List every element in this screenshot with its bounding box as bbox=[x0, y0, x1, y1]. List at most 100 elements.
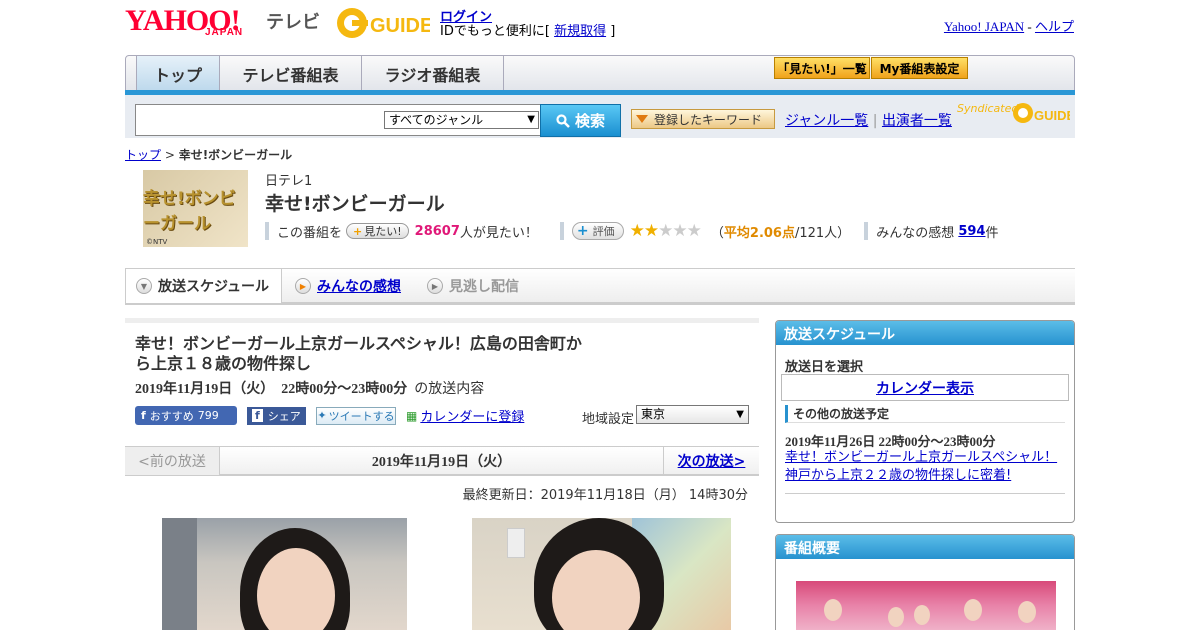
episode-title: 幸せ！ボンビーガール上京ガールスペシャル！広島の田舎町から上京１８歳の物件探し bbox=[135, 334, 582, 373]
episode-photo-2 bbox=[472, 518, 731, 630]
nav-tab-top[interactable]: トップ bbox=[136, 56, 220, 92]
breadcrumb-separator: > bbox=[161, 148, 179, 162]
episode-datetime: 2019年11月19日（火） 22時00分～23時00分 の放送内容 bbox=[135, 378, 484, 398]
nav-tab-radio-guide[interactable]: ラジオ番組表 bbox=[362, 56, 504, 92]
svg-text:GUIDE: GUIDE bbox=[1034, 108, 1070, 123]
calendar-view-button[interactable]: カレンダー表示 bbox=[781, 374, 1069, 401]
divider bbox=[785, 493, 1065, 494]
facebook-icon: f bbox=[141, 409, 146, 422]
genre-select[interactable]: すべてのジャンル ▼ bbox=[384, 111, 539, 129]
yahoo-japan-link[interactable]: Yahoo! JAPAN bbox=[944, 19, 1024, 34]
search-button[interactable]: 検索 bbox=[540, 104, 621, 137]
star-empty-icon: ★ bbox=[658, 221, 673, 241]
search-button-label: 検索 bbox=[574, 112, 605, 130]
star-filled-icon: ★ bbox=[643, 221, 659, 241]
program-thumbnail: 幸せ!ボンビーガール ©NTV bbox=[143, 170, 248, 247]
dropdown-arrow-icon bbox=[636, 115, 648, 123]
header-links: Yahoo! JAPAN - ヘルプ bbox=[944, 16, 1074, 35]
tab-catchup[interactable]: ▶ 見逃し配信 bbox=[427, 269, 519, 303]
tweet-button[interactable]: ✦ ツイートする bbox=[316, 406, 396, 425]
facebook-share-button[interactable]: f シェア bbox=[247, 406, 306, 425]
mitai-list-button[interactable]: 「見たい!」一覧 bbox=[774, 57, 870, 79]
yahoo-japan-logo-text: JAPAN bbox=[205, 27, 244, 38]
current-episode-date: 2019年11月19日（火） bbox=[371, 455, 512, 470]
evaluate-button[interactable]: + 評価 bbox=[571, 222, 624, 240]
chevron-down-icon: ▼ bbox=[136, 278, 152, 294]
facebook-recommend-label: おすすめ bbox=[149, 409, 194, 423]
calendar-plus-icon: ▦ bbox=[406, 408, 418, 423]
syndicated-text: Syndicated bbox=[957, 102, 1019, 115]
last-updated: 最終更新日：2019年11月18日（月） 14時30分 bbox=[462, 488, 748, 503]
gguide-logo[interactable]: GUIDE bbox=[335, 6, 430, 40]
tab-schedule[interactable]: ▼ 放送スケジュール bbox=[125, 269, 282, 303]
registered-keywords-button[interactable]: 登録したキーワード bbox=[631, 109, 775, 129]
region-select[interactable]: 東京 ▼ bbox=[636, 405, 749, 424]
login-sub-text: IDでもっと便利に[ 新規取得 ] bbox=[440, 20, 615, 39]
evaluate-button-label: 評価 bbox=[592, 225, 615, 238]
schedule-side-panel: 放送スケジュール 放送日を選択 カレンダー表示 その他の放送予定 2019年11… bbox=[775, 320, 1075, 523]
calendar-view-label: カレンダー表示 bbox=[876, 380, 974, 397]
rating-open: （ bbox=[710, 225, 724, 241]
impressions-count-link[interactable]: 594 bbox=[958, 224, 985, 239]
facebook-recommend-button[interactable]: f おすすめ 799 bbox=[135, 406, 237, 425]
mitai-prefix: この番組を bbox=[277, 225, 343, 241]
my-schedule-settings-button[interactable]: My番組表設定 bbox=[871, 57, 968, 79]
calendar-register-link[interactable]: ▦ カレンダーに登録 bbox=[406, 406, 524, 426]
episode-date: 2019年11月19日（火） bbox=[135, 382, 275, 397]
registered-keywords-label: 登録したキーワード bbox=[654, 112, 763, 127]
other-schedule-link[interactable]: 幸せ！ボンビーガール上京ガールスペシャル！神戸から上京２２歳の物件探しに密着! bbox=[785, 449, 1065, 485]
episode-navigation: <前の放送 2019年11月19日（火） 次の放送> bbox=[125, 446, 759, 476]
facebook-share-label: シェア bbox=[267, 409, 301, 423]
signup-link[interactable]: 新規取得 bbox=[554, 24, 606, 39]
plus-icon: + bbox=[353, 224, 363, 238]
star-empty-icon: ★ bbox=[672, 221, 687, 241]
overview-image bbox=[796, 581, 1056, 630]
rating-summary: （平均2.06点/121人） bbox=[711, 222, 850, 241]
chevron-down-icon: ▼ bbox=[736, 409, 744, 420]
breadcrumb-top-link[interactable]: トップ bbox=[125, 148, 161, 162]
breadcrumb: トップ > 幸せ!ボンビーガール bbox=[125, 146, 292, 163]
rating-voters: /121人） bbox=[794, 225, 851, 241]
impressions-unit: 件 bbox=[985, 225, 999, 241]
tab-impressions[interactable]: ▶ みんなの感想 bbox=[295, 269, 401, 303]
overview-side-panel: 番組概要 bbox=[775, 534, 1075, 630]
star-empty-icon: ★ bbox=[686, 221, 702, 241]
tab-catchup-label: 見逃し配信 bbox=[449, 279, 519, 295]
other-schedule-time: 2019年11月26日 22時00分～23時00分 bbox=[785, 434, 996, 449]
other-schedule-heading: その他の放送予定 bbox=[785, 405, 1065, 423]
rating-stars: ★★★★★ bbox=[629, 221, 702, 241]
help-link[interactable]: ヘルプ bbox=[1035, 19, 1074, 34]
next-episode-button[interactable]: 次の放送> bbox=[663, 447, 759, 475]
episode-time: 22時00分～23時00分 bbox=[281, 382, 408, 397]
breadcrumb-current: 幸せ!ボンビーガール bbox=[178, 148, 293, 162]
search-icon bbox=[556, 113, 570, 128]
region-label: 地域設定 bbox=[582, 412, 635, 427]
login-sub-suffix: ] bbox=[606, 24, 616, 39]
cast-list-link[interactable]: 出演者一覧 bbox=[882, 113, 952, 129]
previous-episode-button[interactable]: <前の放送 bbox=[125, 447, 220, 475]
genre-select-value: すべてのジャンル bbox=[389, 113, 484, 127]
episode-date-suffix: の放送内容 bbox=[414, 382, 485, 397]
next-episode-label: 次の放送> bbox=[677, 454, 746, 470]
chevron-right-icon: ▶ bbox=[295, 278, 311, 294]
schedule-side-heading: 放送スケジュール bbox=[776, 321, 1074, 345]
mitai-button[interactable]: + 見たい! bbox=[346, 223, 409, 239]
plus-icon: + bbox=[576, 223, 589, 239]
mitai-count: 28607 bbox=[414, 223, 460, 239]
station-name: 日テレ1 bbox=[265, 174, 313, 189]
overview-side-heading: 番組概要 bbox=[776, 535, 1074, 559]
tv-logo-text[interactable]: テレビ bbox=[266, 8, 320, 34]
tweet-label: ツイートする bbox=[328, 409, 395, 423]
chevron-down-icon: ▼ bbox=[527, 114, 535, 125]
genre-list-link[interactable]: ジャンル一覧 bbox=[785, 113, 868, 129]
program-meta-row: この番組を + 見たい! 28607 人が見たい！ + 評価 ★★★★★ （平均2.0… bbox=[265, 221, 999, 241]
link-divider: | bbox=[872, 113, 878, 129]
impressions-label: みんなの感想 bbox=[876, 225, 955, 241]
star-filled-icon: ★ bbox=[629, 221, 645, 241]
mitai-suffix: 人が見たい！ bbox=[459, 225, 538, 241]
program-tabs: ▼ 放送スケジュール ▶ みんなの感想 ▶ 見逃し配信 bbox=[125, 268, 1075, 305]
nav-tab-tv-guide[interactable]: テレビ番組表 bbox=[220, 56, 362, 92]
link-separator: - bbox=[1024, 19, 1035, 34]
episode-photo-1 bbox=[162, 518, 407, 630]
facebook-recommend-count: 799 bbox=[197, 409, 219, 422]
